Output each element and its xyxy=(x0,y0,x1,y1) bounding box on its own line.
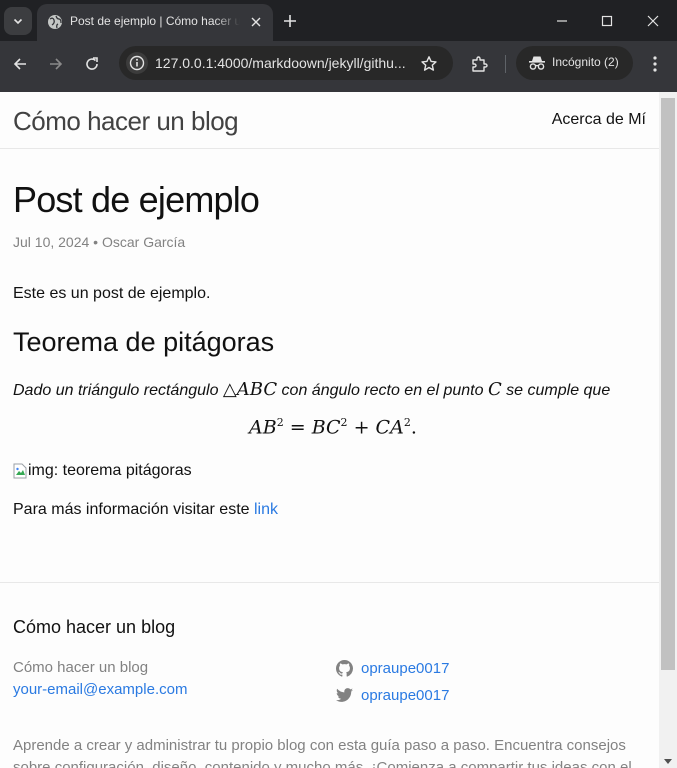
pythagoras-equation: AB2 = BC2 + CA2. xyxy=(249,416,417,439)
theorem-text-2: con ángulo recto en el punto xyxy=(277,382,488,399)
more-info-paragraph: Para más información visitar este link xyxy=(13,501,278,519)
more-info-link[interactable]: link xyxy=(254,501,278,518)
theorem-text-1: Dado un triángulo rectángulo xyxy=(13,382,223,399)
site-header: Cómo hacer un blog Acerca de Mí xyxy=(0,92,659,149)
new-tab-plus-icon[interactable] xyxy=(279,10,301,32)
forward-arrow-icon[interactable] xyxy=(44,52,68,76)
footer-heading: Cómo hacer un blog xyxy=(13,617,176,637)
scroll-down-arrow-icon[interactable] xyxy=(660,756,676,768)
theorem-paragraph: Dado un triángulo rectángulo △ABC con án… xyxy=(13,379,610,400)
incognito-button[interactable]: Incógnito (2) xyxy=(516,46,633,80)
broken-image-icon xyxy=(13,463,27,479)
site-info-icon[interactable] xyxy=(126,52,148,74)
bookmark-star-icon[interactable] xyxy=(418,53,440,75)
back-arrow-icon[interactable] xyxy=(8,52,32,76)
footer-description: Aprende a crear y administrar tu propio … xyxy=(13,737,632,768)
tab-title: Post de ejemplo | Cómo hacer un blog xyxy=(70,14,240,28)
address-bar[interactable]: 127.0.0.1:4000/markdoown/jekyll/githu... xyxy=(119,46,453,80)
tab-strip: Post de ejemplo | Cómo hacer un blog xyxy=(0,0,677,41)
twitter-link[interactable]: opraupe0017 xyxy=(361,682,449,709)
toolbar-divider xyxy=(505,55,506,73)
more-info-text: Para más información visitar este xyxy=(13,501,254,518)
extensions-puzzle-icon[interactable] xyxy=(467,52,491,76)
footer-social-column: opraupe0017 opraupe0017 xyxy=(336,655,449,709)
incognito-icon xyxy=(528,55,546,75)
footer-site-name: Cómo hacer un blog xyxy=(13,659,149,676)
close-window-icon[interactable] xyxy=(642,10,664,32)
close-tab-icon[interactable] xyxy=(247,13,265,31)
kebab-menu-icon[interactable] xyxy=(643,52,667,76)
math-triangle-abc: △ABC xyxy=(222,379,278,400)
footer-divider xyxy=(0,582,659,583)
post-title: Post de ejemplo xyxy=(13,179,260,220)
url-text[interactable]: 127.0.0.1:4000/markdoown/jekyll/githu... xyxy=(155,55,411,71)
incognito-label: Incógnito (2) xyxy=(552,55,619,69)
math-point-c: C xyxy=(487,379,502,400)
footer-email-link[interactable]: your-email@example.com xyxy=(13,681,187,698)
github-icon xyxy=(336,660,353,677)
maximize-icon[interactable] xyxy=(596,10,618,32)
post-meta: Jul 10, 2024 • Oscar García xyxy=(13,234,186,250)
web-page: Cómo hacer un blog Acerca de Mí Post de … xyxy=(0,92,659,768)
github-row: opraupe0017 xyxy=(336,655,449,682)
scrollbar-thumb[interactable] xyxy=(661,98,675,670)
browser-toolbar: 127.0.0.1:4000/markdoown/jekyll/githu...… xyxy=(0,41,677,86)
site-title-link[interactable]: Cómo hacer un blog xyxy=(13,106,239,137)
globe-icon xyxy=(47,14,63,34)
footer-contact-column: Cómo hacer un blog your-email@example.co… xyxy=(13,657,187,701)
chevron-down-icon xyxy=(13,18,23,25)
github-link[interactable]: opraupe0017 xyxy=(361,655,449,682)
theorem-text-3: se cumple que xyxy=(501,382,611,399)
section-heading: Teorema de pitágoras xyxy=(13,327,275,357)
minimize-icon[interactable] xyxy=(551,10,573,32)
image-alt-text: img: teorema pitágoras xyxy=(28,462,192,479)
active-tab[interactable]: Post de ejemplo | Cómo hacer un blog xyxy=(37,4,273,41)
intro-paragraph: Este es un post de ejemplo. xyxy=(13,285,211,302)
tab-search-button[interactable] xyxy=(4,7,32,35)
twitter-row: opraupe0017 xyxy=(336,682,449,709)
twitter-icon xyxy=(336,688,353,702)
reload-icon[interactable] xyxy=(80,52,104,76)
nav-link-about[interactable]: Acerca de Mí xyxy=(552,111,646,129)
broken-image: img: teorema pitágoras xyxy=(13,462,192,480)
